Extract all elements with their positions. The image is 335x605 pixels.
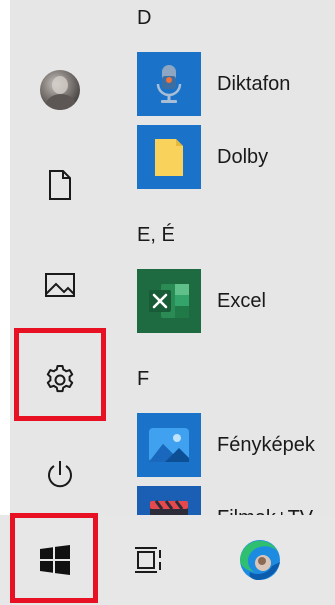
taskbar — [0, 515, 335, 605]
app-label: Filmek+TV — [217, 507, 313, 516]
app-item-filmek-tv[interactable]: Filmek+TV — [137, 486, 335, 515]
task-view-icon — [134, 547, 161, 573]
app-label: Diktafon — [217, 72, 291, 95]
pictures-button[interactable] — [10, 250, 110, 320]
gear-icon — [46, 365, 74, 393]
group-header-d[interactable]: D — [137, 8, 151, 28]
app-tile — [137, 486, 201, 515]
app-tile — [137, 413, 201, 477]
picture-icon — [45, 273, 75, 297]
screen: D Diktafon Dolby E, É Excel F Fényképek — [0, 0, 335, 605]
edge-button[interactable] — [225, 515, 295, 605]
avatar — [40, 70, 80, 110]
edge-icon — [240, 540, 280, 580]
photos-icon — [149, 428, 189, 462]
app-tile — [137, 52, 201, 116]
app-item-fenykepek[interactable]: Fényképek — [137, 413, 335, 477]
excel-icon — [149, 284, 189, 318]
folder-icon — [155, 139, 183, 176]
app-item-dolby[interactable]: Dolby — [137, 125, 335, 189]
power-icon — [48, 461, 72, 488]
app-list: D Diktafon Dolby E, É Excel F Fényképek — [125, 0, 335, 515]
start-menu: D Diktafon Dolby E, É Excel F Fényképek — [10, 0, 335, 515]
movies-icon — [150, 500, 188, 515]
group-header-e[interactable]: E, É — [137, 225, 175, 245]
app-tile — [137, 269, 201, 333]
power-button[interactable] — [10, 440, 110, 510]
app-item-excel[interactable]: Excel — [137, 269, 335, 333]
microphone-icon — [156, 65, 182, 103]
windows-logo-icon — [40, 545, 70, 575]
group-header-f[interactable]: F — [137, 369, 149, 389]
settings-button[interactable] — [10, 345, 110, 415]
app-label: Dolby — [217, 145, 269, 168]
user-account-button[interactable] — [10, 55, 110, 125]
start-menu-rail — [10, 0, 110, 515]
app-label: Fényképek — [217, 433, 315, 456]
document-icon — [49, 170, 71, 200]
app-tile — [137, 125, 201, 189]
app-label: Excel — [217, 289, 266, 312]
documents-button[interactable] — [10, 150, 110, 220]
app-item-diktafon[interactable]: Diktafon — [137, 52, 335, 116]
task-view-button[interactable] — [120, 515, 175, 605]
start-button[interactable] — [10, 515, 100, 605]
